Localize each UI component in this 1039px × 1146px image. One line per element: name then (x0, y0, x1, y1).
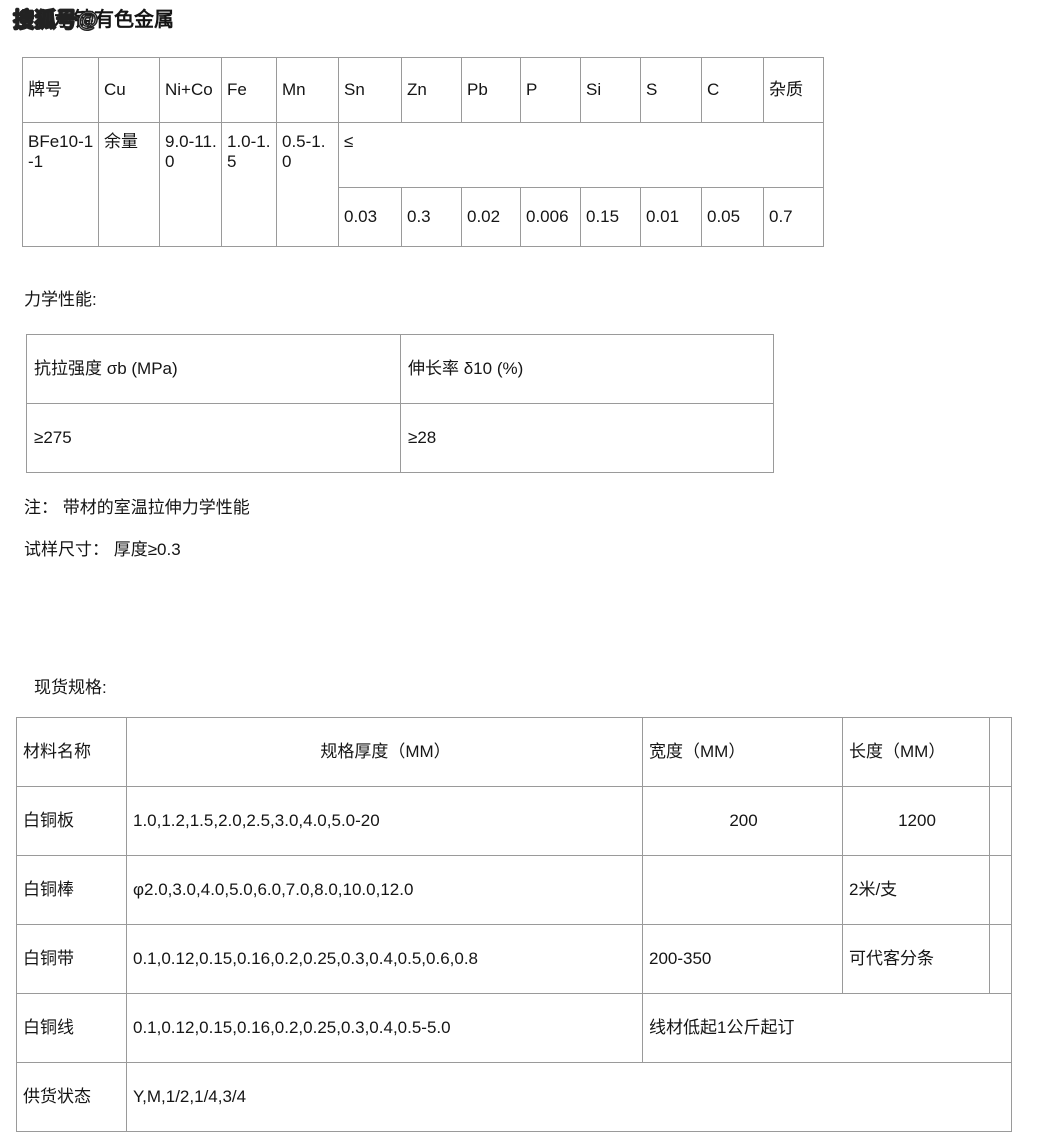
stock-cell-material: 白铜带 (16, 924, 127, 994)
composition-cu-cell: 余量 (98, 122, 160, 247)
stock-cell-width (642, 855, 843, 925)
composition-header-cell: Zn (401, 57, 462, 123)
stock-cell-length: 1200 (842, 786, 990, 856)
table-row: 白铜带 0.1,0.12,0.15,0.16,0.2,0.25,0.3,0.4,… (16, 924, 1012, 994)
stock-header-thickness: 规格厚度（MM） (126, 717, 643, 787)
composition-limit-cell: 0.01 (640, 187, 702, 247)
stock-cell-spacer (989, 786, 1012, 856)
table-row: 白铜棒 φ2.0,3.0,4.0,5.0,6.0,7.0,8.0,10.0,12… (16, 855, 1012, 925)
stock-cell-thickness: 0.1,0.12,0.15,0.16,0.2,0.25,0.3,0.4,0.5-… (126, 993, 643, 1063)
mechanical-header-row: 抗拉强度 σb (MPa) 伸长率 δ10 (%) (26, 334, 774, 404)
table-row: 供货状态 Y,M,1/2,1/4,3/4 (16, 1062, 1012, 1132)
composition-limit-cell: 0.7 (763, 187, 824, 247)
stock-cell-thickness: 1.0,1.2,1.5,2.0,2.5,3.0,4.0,5.0-20 (126, 786, 643, 856)
composition-limit-cell: 0.15 (580, 187, 641, 247)
stock-cell-material: 白铜板 (16, 786, 127, 856)
composition-header-cell: S (640, 57, 702, 123)
composition-header-cell: Ni+Co (159, 57, 222, 123)
mechanical-properties-table: 抗拉强度 σb (MPa) 伸长率 δ10 (%) ≥275 ≥28 (26, 334, 774, 473)
composition-header-cell: P (520, 57, 581, 123)
composition-limit-cell: 0.05 (701, 187, 764, 247)
stock-cell-length: 2米/支 (842, 855, 990, 925)
stock-specs-label: 现货规格: (34, 678, 107, 697)
stock-cell-width-merged: 线材低起1公斤起订 (642, 993, 1012, 1063)
stock-cell-thickness: φ2.0,3.0,4.0,5.0,6.0,7.0,8.0,10.0,12.0 (126, 855, 643, 925)
stock-cell-width: 200 (642, 786, 843, 856)
composition-header-row: 牌号 Cu Ni+Co Fe Mn Sn Zn Pb P Si S C 杂质 (22, 57, 824, 123)
mechanical-header-elongation: 伸长率 δ10 (%) (400, 334, 774, 404)
mechanical-value-tensile: ≥275 (26, 403, 401, 473)
stock-cell-thickness: 0.1,0.12,0.15,0.16,0.2,0.25,0.3,0.4,0.5,… (126, 924, 643, 994)
composition-limit-cell: 0.006 (520, 187, 581, 247)
composition-header-cell: Si (580, 57, 641, 123)
composition-mn-cell: 0.5-1.0 (276, 122, 339, 247)
watermark-overlay-text: 搜狐号@ (12, 8, 99, 32)
watermark-title: 上海承铸有色金属 搜狐号@ (12, 6, 434, 36)
mechanical-value-row: ≥275 ≥28 (26, 403, 774, 473)
stock-cell-material: 白铜棒 (16, 855, 127, 925)
mechanical-value-elongation: ≥28 (400, 403, 774, 473)
stock-cell-thickness-merged: Y,M,1/2,1/4,3/4 (126, 1062, 1012, 1132)
stock-cell-material: 供货状态 (16, 1062, 127, 1132)
stock-cell-material: 白铜线 (16, 993, 127, 1063)
composition-header-cell: Fe (221, 57, 277, 123)
table-row: 白铜线 0.1,0.12,0.15,0.16,0.2,0.25,0.3,0.4,… (16, 993, 1012, 1063)
composition-brand-cell: BFe10-1-1 (22, 122, 99, 247)
composition-limit-cell: 0.02 (461, 187, 521, 247)
composition-nico-cell: 9.0-11.0 (159, 122, 222, 247)
composition-header-cell: C (701, 57, 764, 123)
composition-header-cell: Pb (461, 57, 521, 123)
stock-header-width: 宽度（MM） (642, 717, 843, 787)
composition-data-row: BFe10-1-1 余量 9.0-11.0 1.0-1.5 0.5-1.0 ≤ (22, 122, 824, 247)
mechanical-header-tensile: 抗拉强度 σb (MPa) (26, 334, 401, 404)
composition-limit-cell: 0.03 (338, 187, 402, 247)
stock-cell-length: 可代客分条 (842, 924, 990, 994)
composition-header-cell: 牌号 (22, 57, 99, 123)
mechanical-note-2: 试样尺寸： 厚度≥0.3 (24, 540, 181, 559)
composition-header-cell: Sn (338, 57, 402, 123)
stock-cell-width: 200-350 (642, 924, 843, 994)
table-row: 白铜板 1.0,1.2,1.5,2.0,2.5,3.0,4.0,5.0-20 2… (16, 786, 1012, 856)
stock-header-spacer (989, 717, 1012, 787)
stock-specs-table: 材料名称 规格厚度（MM） 宽度（MM） 长度（MM） 白铜板 1.0,1.2,… (16, 717, 1012, 1132)
composition-header-cell: Cu (98, 57, 160, 123)
stock-cell-spacer (989, 924, 1012, 994)
composition-header-cell: 杂质 (763, 57, 824, 123)
composition-table: 牌号 Cu Ni+Co Fe Mn Sn Zn Pb P Si S C 杂质 B… (22, 57, 824, 247)
stock-header-material: 材料名称 (16, 717, 127, 787)
composition-header-cell: Mn (276, 57, 339, 123)
mechanical-properties-label: 力学性能: (24, 290, 97, 309)
stock-header-length: 长度（MM） (842, 717, 990, 787)
stock-cell-spacer (989, 855, 1012, 925)
stock-header-row: 材料名称 规格厚度（MM） 宽度（MM） 长度（MM） (16, 717, 1012, 787)
composition-fe-cell: 1.0-1.5 (221, 122, 277, 247)
composition-limit-cell: 0.3 (401, 187, 462, 247)
mechanical-note-1: 注： 带材的室温拉伸力学性能 (24, 498, 250, 517)
composition-limit-symbol-cell: ≤ (338, 122, 824, 188)
